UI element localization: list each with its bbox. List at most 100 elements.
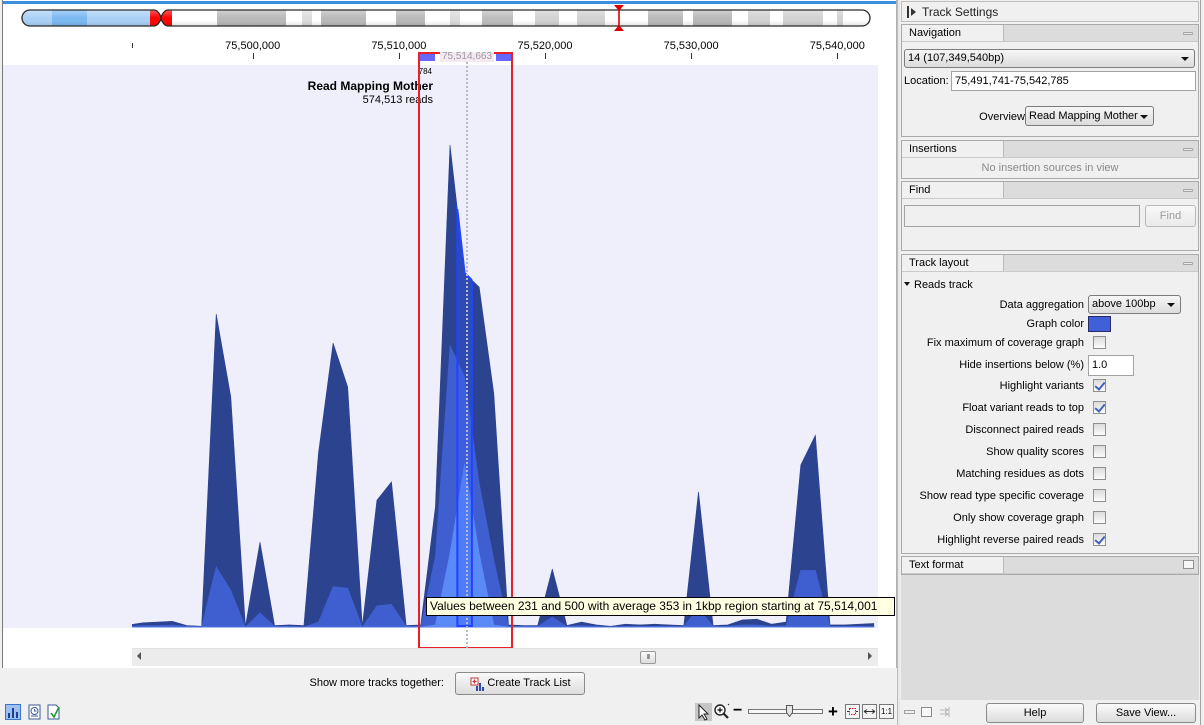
coverage-bin[interactable] [165, 72, 180, 627]
coverage-bin[interactable] [589, 72, 604, 627]
navigation-section-header[interactable]: Navigation [902, 25, 1198, 42]
coverage-bin[interactable] [311, 72, 326, 627]
coverage-bin[interactable] [223, 72, 238, 627]
coverage-bin[interactable] [779, 72, 794, 627]
coverage-bin[interactable] [399, 72, 414, 627]
show-quality-scores-checkbox[interactable] [1093, 445, 1106, 458]
coverage-bin[interactable] [194, 72, 209, 627]
fit-width-button[interactable] [862, 704, 877, 719]
coverage-bin[interactable] [691, 72, 706, 627]
coverage-bin[interactable] [574, 72, 589, 627]
chromosome-dropdown[interactable]: 14 (107,349,540bp) [904, 49, 1195, 68]
collapse-icon[interactable] [1183, 148, 1193, 151]
coverage-bin[interactable] [297, 72, 312, 627]
coverage-bin[interactable] [662, 72, 677, 627]
find-section-header[interactable]: Find [902, 182, 1198, 199]
find-button[interactable]: Find [1145, 205, 1196, 227]
coverage-bin[interactable] [530, 72, 545, 627]
fix-maximum-checkbox[interactable] [1093, 336, 1106, 349]
collapse-side-panel-icon[interactable] [907, 6, 916, 18]
horizontal-scrollbar[interactable]: III [132, 648, 878, 666]
only-coverage-graph-checkbox[interactable] [1093, 511, 1106, 524]
coverage-bin[interactable] [867, 72, 878, 627]
coverage-bin[interactable] [633, 72, 648, 627]
zoom-one-to-one-button[interactable]: 1:1 [879, 704, 894, 719]
hide-insertions-input[interactable]: 1.0 [1088, 355, 1134, 376]
coverage-bin[interactable] [793, 72, 808, 627]
coverage-bin[interactable] [180, 72, 195, 627]
disconnect-paired-reads-checkbox[interactable] [1093, 423, 1106, 436]
zoom-slider-thumb[interactable] [785, 705, 793, 717]
matching-residues-checkbox[interactable] [1093, 467, 1106, 480]
coverage-bin[interactable] [340, 72, 355, 627]
coverage-bin[interactable] [677, 72, 692, 627]
expand-icon[interactable] [1183, 560, 1194, 569]
coverage-bin[interactable] [720, 72, 735, 627]
overview-dropdown[interactable]: Read Mapping Mother [1025, 106, 1154, 126]
coverage-bin[interactable] [355, 72, 370, 627]
selection-right-handle[interactable] [495, 54, 511, 61]
coverage-bin[interactable] [132, 72, 136, 627]
coverage-bin[interactable] [808, 72, 823, 627]
coverage-bin[interactable] [209, 72, 224, 627]
coverage-bin[interactable] [136, 72, 151, 627]
collapse-all-icon[interactable] [904, 707, 916, 717]
graph-color-swatch[interactable] [1088, 316, 1111, 332]
zoom-to-selection-button[interactable] [845, 704, 860, 719]
coverage-bin[interactable] [370, 72, 385, 627]
scrollbar-thumb[interactable]: III [639, 651, 656, 664]
coverage-bin[interactable] [735, 72, 750, 627]
zoom-mode-button[interactable] [713, 703, 731, 721]
coverage-bin[interactable] [253, 72, 268, 627]
highlight-variants-checkbox[interactable] [1093, 379, 1106, 392]
coverage-bin[interactable] [560, 72, 575, 627]
data-aggregation-dropdown[interactable]: above 100bp [1088, 295, 1181, 314]
coverage-bin[interactable] [647, 72, 662, 627]
coverage-bin[interactable] [150, 72, 165, 627]
float-variant-reads-checkbox[interactable] [1093, 401, 1106, 414]
coverage-bin[interactable] [603, 72, 618, 627]
panel-splitter[interactable] [897, 0, 900, 725]
zoom-out-button[interactable]: − [733, 703, 744, 721]
highlight-reverse-paired-checkbox[interactable] [1093, 533, 1106, 546]
create-track-list-button[interactable]: Create Track List [455, 672, 585, 695]
coverage-bin[interactable] [764, 72, 779, 627]
selection-left-handle[interactable] [420, 54, 436, 61]
scroll-right-arrow-icon[interactable] [868, 652, 872, 660]
help-button[interactable]: Help [986, 703, 1084, 723]
coverage-bin[interactable] [326, 72, 341, 627]
graph-view-button[interactable] [5, 704, 21, 720]
coverage-bin[interactable] [384, 72, 399, 627]
coverage-bin[interactable] [823, 72, 838, 627]
coverage-bin[interactable] [545, 72, 560, 627]
collapse-icon[interactable] [1183, 189, 1193, 192]
history-view-button[interactable] [27, 704, 43, 720]
coverage-bin[interactable] [238, 72, 253, 627]
selection-mode-button[interactable] [695, 703, 712, 721]
location-input[interactable]: 75,491,741-75,542,785 [951, 71, 1196, 91]
zoom-slider[interactable] [748, 703, 823, 721]
coverage-bin[interactable] [282, 72, 297, 627]
coverage-bin[interactable] [837, 72, 852, 627]
coverage-bin[interactable] [706, 72, 721, 627]
save-view-button[interactable]: Save View... [1096, 703, 1196, 723]
annotations-view-button[interactable] [46, 704, 62, 720]
coverage-bin[interactable] [516, 72, 531, 627]
scroll-left-arrow-icon[interactable] [137, 652, 141, 660]
expand-all-icon[interactable] [921, 707, 933, 718]
insertions-section-header[interactable]: Insertions [902, 141, 1198, 158]
coverage-bin[interactable] [750, 72, 765, 627]
collapse-icon[interactable] [1183, 32, 1193, 35]
find-input[interactable] [904, 205, 1140, 227]
collapse-icon[interactable] [1183, 262, 1193, 265]
track-settings-header[interactable]: Track Settings [901, 1, 1199, 22]
coverage-bin[interactable] [267, 72, 282, 627]
track-layout-section-header[interactable]: Track layout [902, 255, 1198, 272]
text-format-section-header[interactable]: Text format [902, 557, 1198, 574]
dock-panel-icon[interactable] [939, 707, 951, 718]
reads-track-group[interactable]: Reads track [904, 278, 973, 292]
coverage-bin[interactable] [618, 72, 633, 627]
read-type-coverage-checkbox[interactable] [1093, 489, 1106, 502]
coverage-bin[interactable] [852, 72, 867, 627]
zoom-in-button[interactable]: + [828, 703, 841, 721]
